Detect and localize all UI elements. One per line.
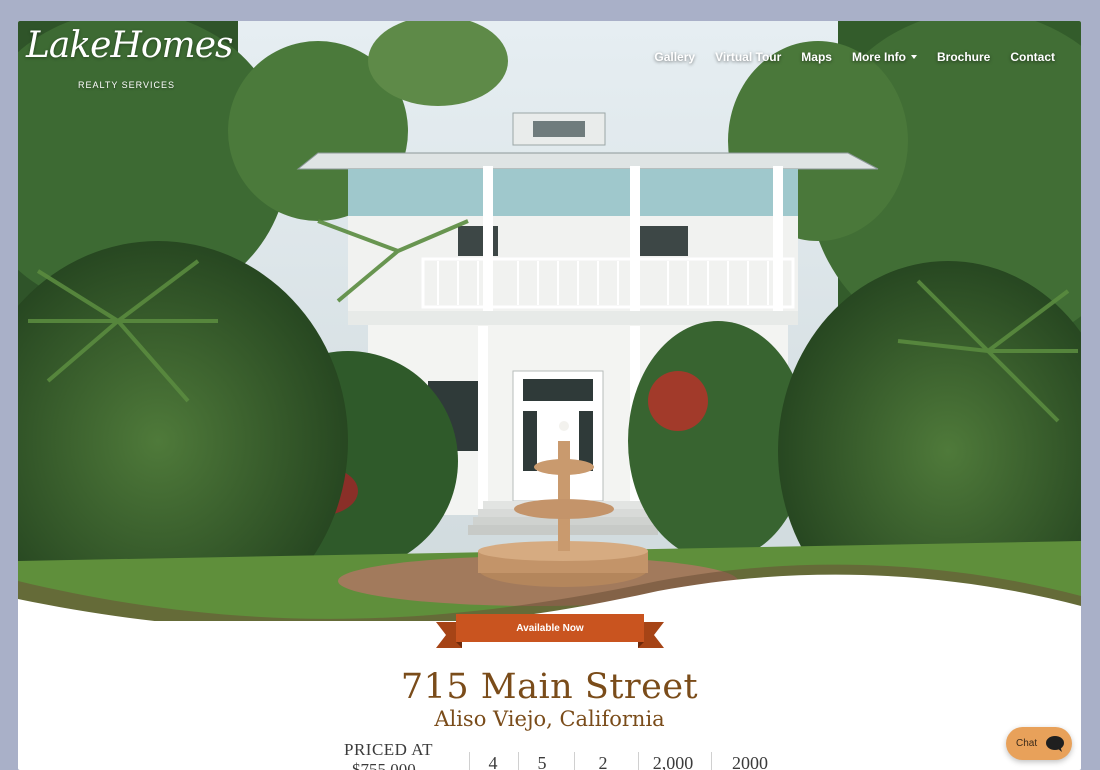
stat-divider <box>469 752 470 770</box>
stat-bathrooms: 5 <box>537 753 547 770</box>
stat-year-built: 2000 <box>732 753 768 770</box>
stat-divider <box>638 752 639 770</box>
availability-badge: Available Now <box>516 623 584 634</box>
logo-script: LakeHomes <box>26 25 233 66</box>
nav-label: Brochure <box>936 50 991 64</box>
nav-item-more-info[interactable]: More Info <box>842 50 927 64</box>
availability-ribbon: Available Now <box>436 614 664 650</box>
nav-item-virtual-tour[interactable]: Virtual Tour <box>705 50 791 64</box>
logo-subtitle: REALTY SERVICES <box>78 80 176 90</box>
price-label: PRICED AT <box>344 740 434 759</box>
nav-label: Gallery <box>654 50 696 64</box>
stat-divider <box>518 752 519 770</box>
stat-bedrooms: 4 <box>488 753 498 770</box>
nav-item-brochure[interactable]: Brochure <box>927 50 1000 64</box>
chat-button[interactable]: Chat <box>1006 727 1072 760</box>
browser-frame: LakeHomes REALTY SERVICES Gallery Virtua… <box>18 21 1081 770</box>
chat-label: Chat <box>1016 738 1038 749</box>
nav-item-gallery[interactable]: Gallery <box>644 50 705 64</box>
brand-logo[interactable]: LakeHomes REALTY SERVICES <box>26 25 233 95</box>
nav-item-maps[interactable]: Maps <box>791 50 842 64</box>
caret-down-icon <box>910 55 917 59</box>
stat-garage: 2 <box>598 753 608 770</box>
stat-divider <box>574 752 575 770</box>
nav-label: Virtual Tour <box>715 50 782 64</box>
nav-label: More Info <box>851 50 906 64</box>
price-value: $755,000 <box>352 760 416 770</box>
property-address: 715 Main Street <box>400 667 699 707</box>
stat-square-feet: 2,000 <box>652 753 694 770</box>
property-city: Aliso Viejo, California <box>434 707 665 731</box>
nav-item-contact[interactable]: Contact <box>1000 50 1065 64</box>
house-photo <box>18 21 1081 621</box>
main-nav: Gallery Virtual Tour Maps More Info Broc… <box>644 50 1065 64</box>
nav-label: Contact <box>1010 50 1055 64</box>
stat-divider <box>711 752 712 770</box>
chat-bubble-icon <box>1046 735 1065 752</box>
nav-label: Maps <box>801 50 832 64</box>
hero-photo: LakeHomes REALTY SERVICES Gallery Virtua… <box>18 21 1081 621</box>
